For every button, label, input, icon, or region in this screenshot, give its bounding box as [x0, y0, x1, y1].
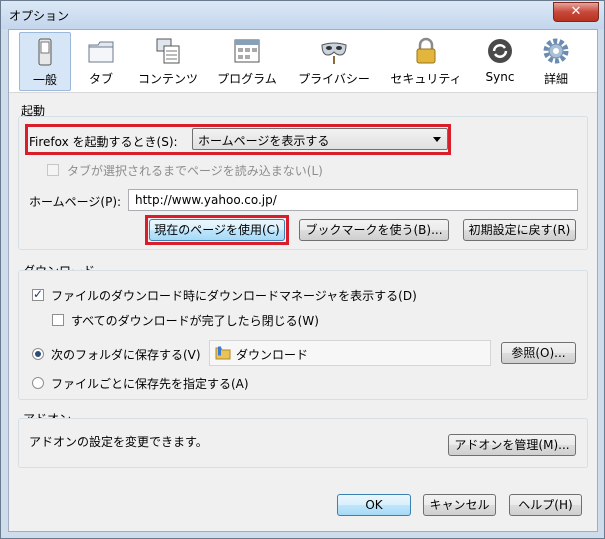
browse-button[interactable]: 参照(O)... [501, 342, 576, 364]
tab-security[interactable]: セキュリティ [383, 32, 469, 89]
window-title: オプション [9, 9, 70, 23]
manage-addons-button[interactable]: アドオンを管理(M)... [448, 434, 576, 456]
cancel-button[interactable]: キャンセル [423, 494, 496, 516]
ask-save-location-radio[interactable] [32, 377, 44, 389]
tab-sync[interactable]: Sync [475, 32, 525, 89]
highlight-startup-row [25, 124, 451, 155]
use-bookmark-button[interactable]: ブックマークを使う(B)... [299, 219, 449, 241]
tab-advanced[interactable]: 詳細 [533, 32, 579, 89]
category-toolbar: 一般 タブ コンテンツ プログラム プライバシー セキュリティ Sync 詳細 [9, 30, 597, 93]
tab-programs[interactable]: プログラム [211, 32, 283, 89]
tab-privacy[interactable]: プライバシー [292, 32, 376, 89]
ok-button[interactable]: OK [337, 494, 411, 516]
tabs-load-checkbox[interactable] [47, 164, 59, 176]
dialog-client: 一般 タブ コンテンツ プログラム プライバシー セキュリティ Sync 詳細 … [8, 29, 598, 532]
save-to-folder-label: 次のフォルダに保存する(V) [51, 348, 201, 362]
close-button[interactable]: ✕ [553, 2, 599, 22]
save-to-folder-radio[interactable] [32, 348, 44, 360]
content-page-icon [156, 38, 180, 64]
lock-icon [416, 37, 436, 64]
homepage-label: ホームページ(P): [29, 195, 122, 209]
help-button[interactable]: ヘルプ(H) [509, 494, 582, 516]
mask-icon [321, 42, 347, 64]
tab-general[interactable]: 一般 [19, 32, 71, 91]
close-when-done-label: すべてのダウンロードが完了したら閉じる(W) [71, 314, 319, 328]
close-when-done-checkbox[interactable] [52, 314, 64, 326]
program-window-icon [234, 39, 260, 63]
title-bar: オプション ✕ [1, 1, 604, 29]
download-folder-field: ダウンロード [209, 340, 491, 366]
addons-desc: アドオンの設定を変更できます。 [29, 435, 208, 449]
homepage-input[interactable]: http://www.yahoo.co.jp/ [128, 189, 578, 211]
show-download-manager-checkbox[interactable] [32, 287, 44, 301]
show-download-manager-label: ファイルのダウンロード時にダウンロードマネージャを表示する(D) [51, 289, 417, 303]
highlight-use-current [145, 215, 289, 245]
ask-save-location-label: ファイルごとに保存先を指定する(A) [51, 377, 249, 391]
tab-tabs[interactable]: タブ [75, 32, 127, 89]
gear-icon [543, 38, 569, 64]
tab-content[interactable]: コンテンツ [133, 32, 203, 89]
options-window: オプション ✕ 一般 タブ コンテンツ プログラム プライバシー セキュリティ … [0, 0, 605, 539]
folder-icon [215, 346, 231, 360]
folder-tab-icon [88, 41, 114, 63]
tabs-load-label: タブが選択されるまでページを読み込まない(L) [67, 164, 323, 178]
switch-icon [38, 38, 52, 66]
restore-default-button[interactable]: 初期設定に戻す(R) [463, 219, 576, 241]
sync-arrows-icon [488, 39, 512, 63]
